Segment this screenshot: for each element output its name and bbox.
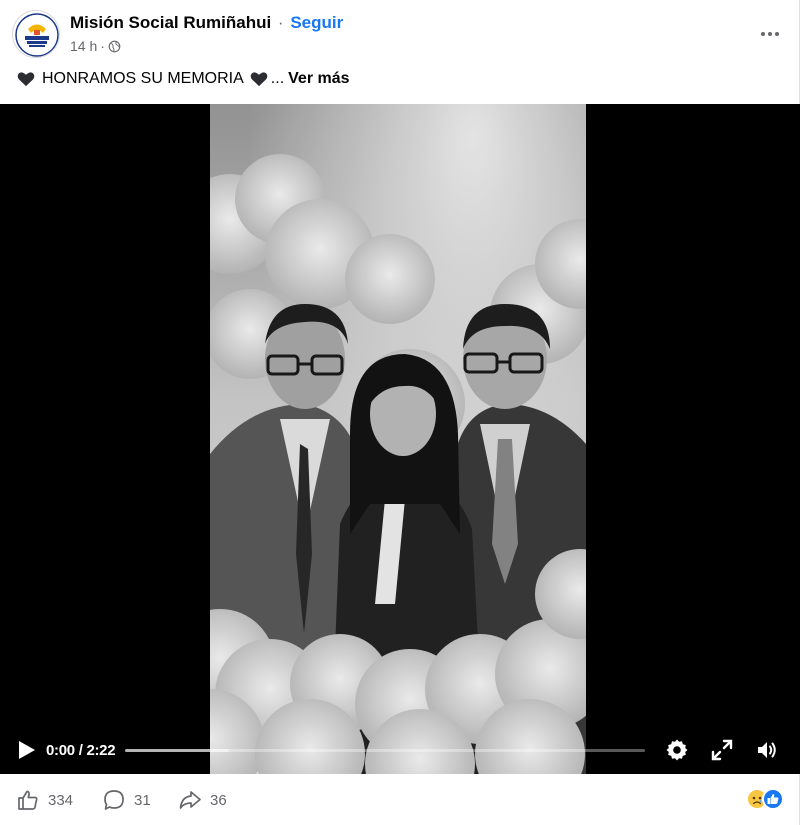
duration: 2:22 <box>86 742 116 759</box>
page-avatar[interactable] <box>12 10 60 58</box>
post-footer: 334 31 36 <box>0 780 800 820</box>
comment-icon <box>104 790 124 810</box>
more-dot-icon <box>768 32 772 36</box>
caption-text: HONRAMOS SU MEMORIA <box>42 70 244 87</box>
post-caption: HONRAMOS SU MEMORIA ... Ver más <box>14 70 350 88</box>
like-reaction-icon <box>762 788 784 810</box>
page-title-row: Misión Social Rumiñahui · Seguir <box>70 13 343 33</box>
thumbs-up-icon <box>18 790 38 810</box>
black-heart-icon <box>17 72 35 87</box>
time-separator: / <box>74 742 87 759</box>
progress-fill <box>125 749 229 752</box>
current-time: 0:00 <box>46 742 75 759</box>
see-more-link[interactable]: Ver más <box>288 70 349 88</box>
settings-icon[interactable] <box>665 738 689 762</box>
video-time: 0:00 / 2:22 <box>46 742 116 759</box>
post-card: Misión Social Rumiñahui · Seguir 14 h · … <box>0 0 800 825</box>
reaction-summary[interactable] <box>746 788 784 810</box>
black-heart-icon <box>250 72 268 87</box>
share-icon <box>179 791 201 809</box>
share-count: 36 <box>210 791 227 809</box>
video-controls: 0:00 / 2:22 <box>0 730 800 770</box>
volume-icon[interactable] <box>755 738 779 762</box>
fullscreen-icon[interactable] <box>710 738 734 762</box>
caption-ellipsis: ... <box>270 70 285 87</box>
more-dot-icon <box>775 32 779 36</box>
like-button[interactable]: 334 <box>16 788 73 812</box>
post-meta: 14 h · <box>70 38 121 54</box>
follow-button[interactable]: Seguir <box>290 13 343 32</box>
video-still-image <box>210 104 586 774</box>
timestamp[interactable]: 14 h <box>70 38 97 54</box>
page-name-link[interactable]: Misión Social Rumiñahui <box>70 13 271 32</box>
like-count: 334 <box>48 791 74 809</box>
comment-count: 31 <box>134 791 151 809</box>
meta-separator: · <box>100 38 105 54</box>
more-dot-icon <box>761 32 765 36</box>
globe-icon <box>108 40 121 52</box>
play-icon[interactable] <box>14 738 38 762</box>
video-frame[interactable] <box>210 104 586 774</box>
post-header: Misión Social Rumiñahui · Seguir 14 h · <box>12 10 788 62</box>
video-player[interactable]: 0:00 / 2:22 <box>0 104 800 774</box>
share-button[interactable]: 36 <box>178 788 227 812</box>
comment-button[interactable]: 31 <box>102 788 151 812</box>
progress-bar[interactable] <box>125 749 645 752</box>
separator: · <box>277 13 284 32</box>
more-options-button[interactable] <box>752 16 788 52</box>
page-logo <box>14 12 59 57</box>
